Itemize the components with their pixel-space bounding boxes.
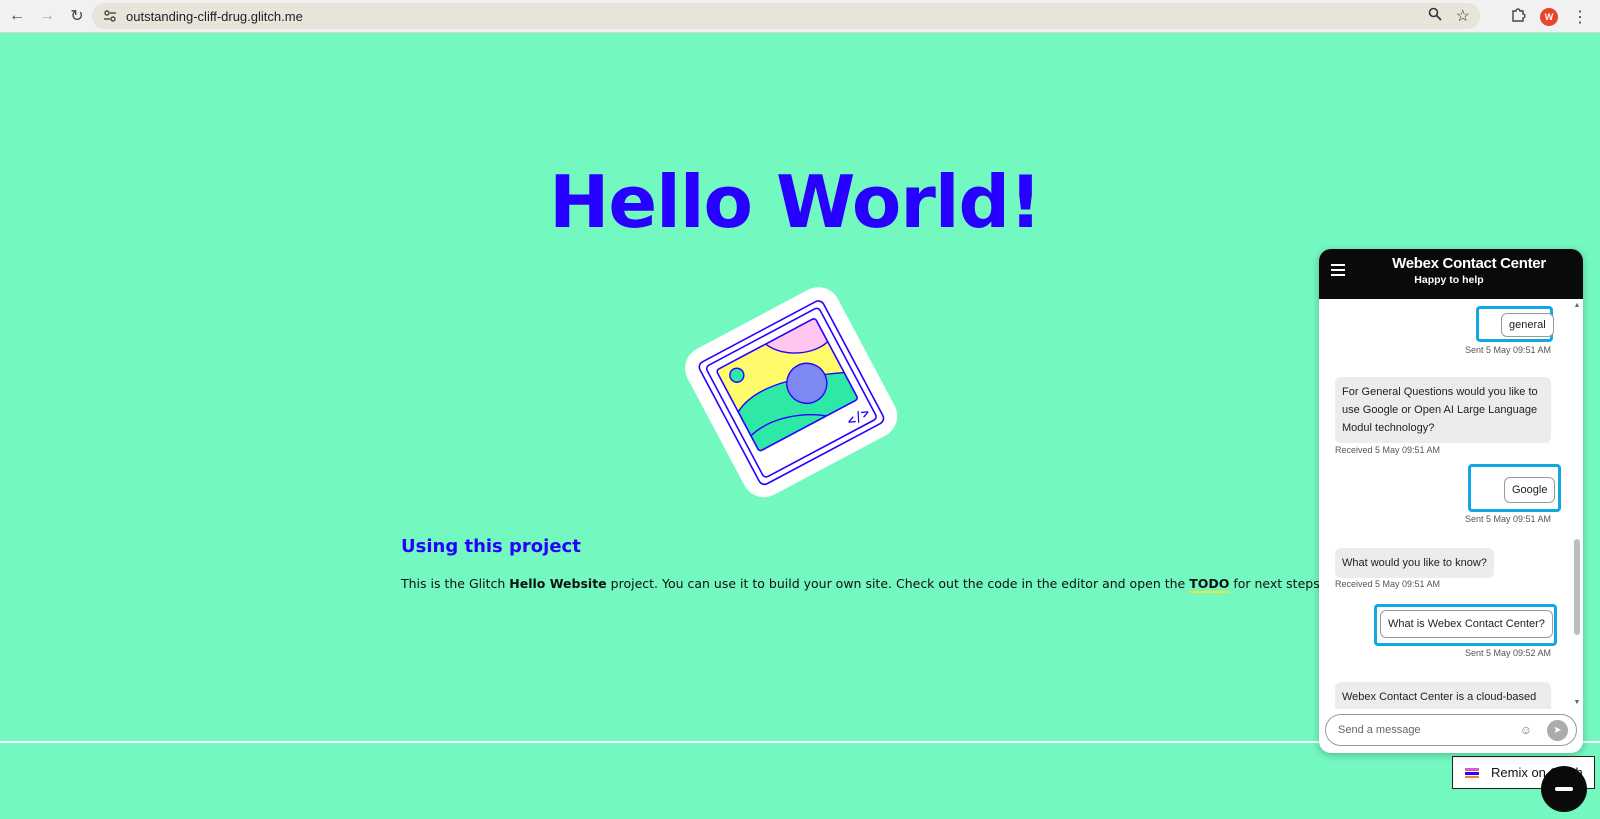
illustration-image: </> <box>680 280 900 500</box>
bookmark-star-icon[interactable]: ☆ <box>1456 6 1470 26</box>
message-input[interactable] <box>1338 724 1508 736</box>
sent-message: What is Webex Contact Center? <box>1380 610 1553 638</box>
body-bold-text: Hello Website <box>509 576 607 591</box>
body-text: This is the Glitch <box>401 576 510 591</box>
section-body: This is the Glitch Hello Website project… <box>401 576 1325 593</box>
message-meta: Received 5 May 09:51 AM <box>1335 445 1441 455</box>
section-heading: Using this project <box>401 536 581 557</box>
reload-icon[interactable]: ↻ <box>64 3 90 29</box>
back-icon[interactable]: ← <box>4 3 30 29</box>
sent-message: Google <box>1504 477 1556 503</box>
chat-minimize-button[interactable] <box>1541 766 1587 812</box>
profile-avatar[interactable]: W <box>1540 7 1558 26</box>
minus-icon <box>1555 787 1573 791</box>
message-meta: Sent 5 May 09:51 AM <box>1464 514 1551 524</box>
zoom-icon[interactable] <box>1428 7 1442 26</box>
chat-messages[interactable]: general Sent 5 May 09:51 AM For General … <box>1319 299 1583 709</box>
scroll-up-icon[interactable]: ▲ <box>1573 302 1581 309</box>
hamburger-menu-icon[interactable] <box>1331 264 1345 276</box>
received-message: For General Questions would you like to … <box>1335 377 1551 443</box>
forward-icon[interactable]: → <box>34 3 60 29</box>
chat-composer: ☺ ➤ <box>1325 714 1577 746</box>
send-icon[interactable]: ➤ <box>1547 720 1568 741</box>
message-meta: Received 5 May 09:51 AM <box>1335 579 1441 589</box>
url-text[interactable]: outstanding-cliff-drug.glitch.me <box>126 9 303 24</box>
received-message: Webex Contact Center is a cloud-based cu… <box>1335 682 1551 709</box>
message-meta: Sent 5 May 09:51 AM <box>1464 345 1551 355</box>
glitch-fish-icon <box>1465 767 1479 778</box>
site-settings-icon[interactable] <box>98 6 122 26</box>
received-message: What would you like to know? <box>1335 548 1494 578</box>
chat-widget: Webex Contact Center Happy to help gener… <box>1319 249 1583 753</box>
todo-link[interactable]: TODO <box>1189 576 1230 593</box>
chat-scrollbar[interactable]: ▲ ▼ <box>1573 302 1581 706</box>
body-text: for next steps! <box>1229 576 1325 591</box>
address-bar[interactable]: outstanding-cliff-drug.glitch.me ☆ <box>92 3 1480 29</box>
scroll-down-icon[interactable]: ▼ <box>1573 699 1581 706</box>
chat-subtitle: Happy to help <box>1414 274 1484 286</box>
body-text: project. You can use it to build your ow… <box>606 576 1190 591</box>
emoji-icon[interactable]: ☺ <box>1520 723 1532 737</box>
sent-message: general <box>1501 313 1554 337</box>
chat-header: Webex Contact Center Happy to help <box>1319 249 1583 299</box>
chat-title: Webex Contact Center <box>1392 255 1546 272</box>
page-title: Hello World! <box>549 160 1042 244</box>
message-meta: Sent 5 May 09:52 AM <box>1464 648 1551 658</box>
more-menu-icon[interactable]: ⋮ <box>1572 7 1588 27</box>
scroll-thumb[interactable] <box>1574 539 1580 635</box>
extensions-icon[interactable] <box>1511 7 1526 27</box>
browser-toolbar: ← → ↻ outstanding-cliff-drug.glitch.me ☆… <box>0 0 1600 33</box>
